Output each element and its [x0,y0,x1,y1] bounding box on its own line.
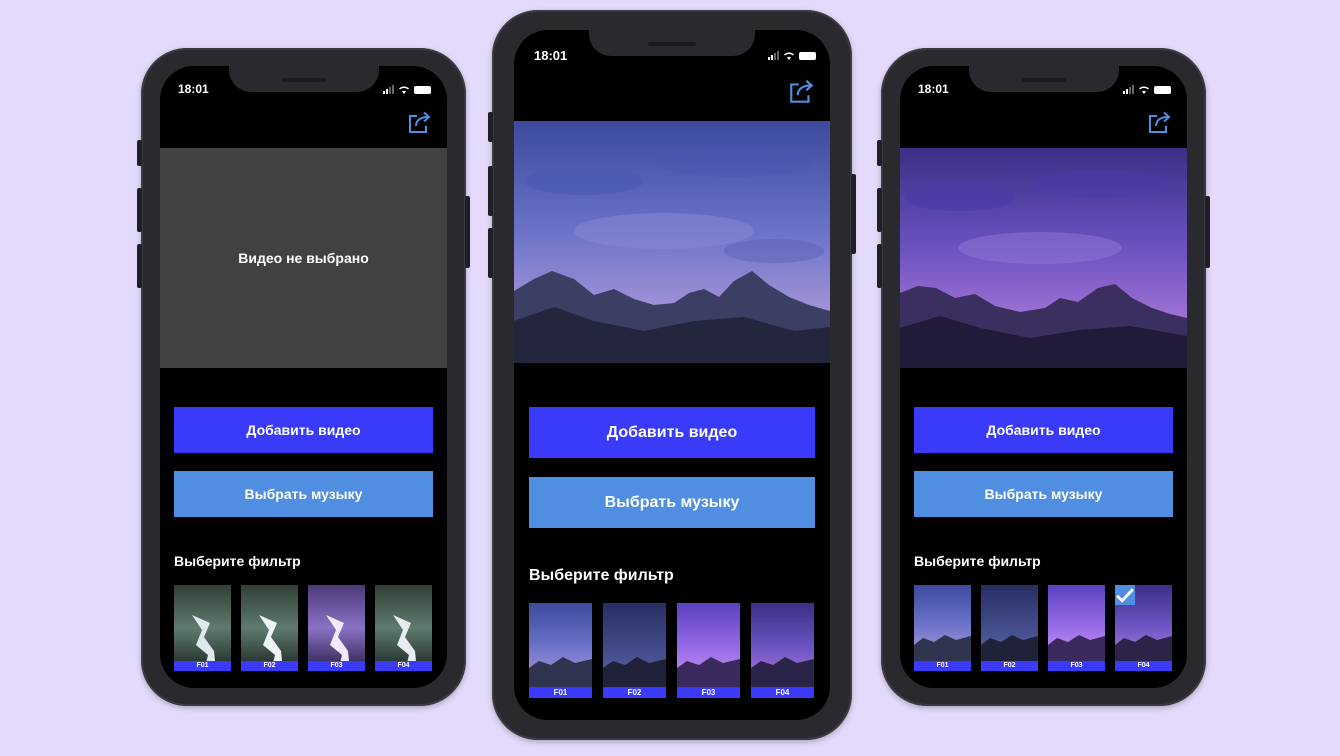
share-icon[interactable] [1147,111,1173,135]
filter-label: F04 [751,687,814,698]
power-button [1205,196,1210,268]
filter-label: F01 [914,661,971,671]
video-preview-placeholder: Видео не выбрано [160,148,447,368]
filter-label: F02 [241,661,298,671]
notch [228,66,379,92]
volume-up-button [877,188,882,232]
phone-screen: 18:01 Добавить видео Выбрать музыку Выбе… [900,66,1187,688]
volume-down-button [137,244,142,288]
filter-label: F03 [308,661,365,671]
filter-thumb[interactable]: F02 [603,603,666,698]
power-button [851,174,856,254]
filter-thumb[interactable]: F02 [981,585,1038,671]
phone-screen: 18:01 Видео не выбрано Добавить видео Вы… [160,66,447,688]
filter-list: F01 F02 F03 F04 [529,603,814,698]
filter-heading: Выберите фильтр [529,567,674,584]
choose-music-button[interactable]: Выбрать музыку [529,477,815,528]
filter-thumb[interactable]: F04 [751,603,814,698]
no-video-label: Видео не выбрано [238,250,369,266]
filter-label: F04 [375,661,432,671]
battery-icon [1154,86,1171,94]
filter-thumb[interactable]: F03 [1048,585,1105,671]
filter-thumb[interactable]: F04 [375,585,432,671]
status-time: 18:01 [918,82,949,96]
battery-icon [799,52,816,60]
phone-mockup-3: 18:01 Добавить видео Выбрать музыку Выбе… [877,48,1210,706]
battery-icon [414,86,431,94]
video-preview [900,148,1187,368]
share-icon[interactable] [788,79,816,105]
power-button [465,196,470,268]
video-preview [514,121,830,363]
status-icons [768,51,816,60]
volume-down-button [877,244,882,288]
notch [589,30,755,56]
status-time: 18:01 [534,48,568,63]
phone-mockup-1: 18:01 Видео не выбрано Добавить видео Вы… [137,48,470,706]
checkmark-icon [1115,585,1135,605]
filter-label: F03 [677,687,740,698]
volume-up-button [488,166,493,216]
filter-thumb[interactable]: F01 [174,585,231,671]
filter-heading: Выберите фильтр [174,553,301,569]
mute-switch [488,112,493,142]
mute-switch [137,140,142,166]
add-video-button[interactable]: Добавить видео [174,407,433,453]
notch [968,66,1119,92]
share-icon[interactable] [407,111,433,135]
filter-list: F01 F02 F03 F04 [174,585,432,671]
choose-music-button[interactable]: Выбрать музыку [174,471,433,517]
filter-label: F03 [1048,661,1105,671]
add-video-button[interactable]: Добавить видео [914,407,1173,453]
filter-thumb-selected[interactable]: F04 [1115,585,1172,671]
filter-label: F01 [174,661,231,671]
volume-down-button [488,228,493,278]
filter-list: F01 F02 F03 F04 [914,585,1172,671]
volume-up-button [137,188,142,232]
mute-switch [877,140,882,166]
filter-label: F04 [1115,661,1172,671]
filter-label: F02 [981,661,1038,671]
signal-icon [768,51,779,60]
status-icons [1123,85,1171,94]
phone-mockup-2: 18:01 Добавить видео Выбрать музыку Выбе… [488,10,856,740]
signal-icon [1123,85,1134,94]
filter-thumb[interactable]: F02 [241,585,298,671]
filter-thumb[interactable]: F01 [914,585,971,671]
wifi-icon [783,52,795,60]
filter-heading: Выберите фильтр [914,553,1041,569]
filter-label: F01 [529,687,592,698]
choose-music-button[interactable]: Выбрать музыку [914,471,1173,517]
filter-label: F02 [603,687,666,698]
signal-icon [383,85,394,94]
wifi-icon [1138,86,1150,94]
status-time: 18:01 [178,82,209,96]
status-icons [383,85,431,94]
filter-thumb[interactable]: F03 [308,585,365,671]
filter-thumb[interactable]: F03 [677,603,740,698]
filter-thumb[interactable]: F01 [529,603,592,698]
wifi-icon [398,86,410,94]
add-video-button[interactable]: Добавить видео [529,407,815,458]
phone-screen: 18:01 Добавить видео Выбрать музыку Выбе… [514,30,830,720]
